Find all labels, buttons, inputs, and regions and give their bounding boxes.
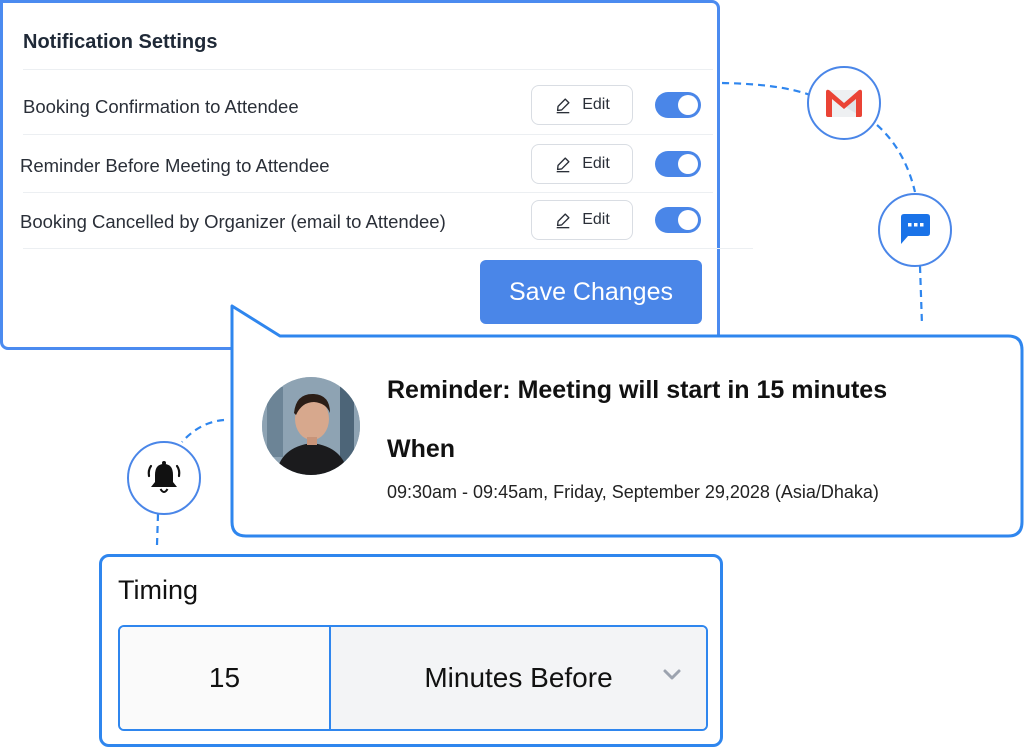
edit-label: Edit bbox=[582, 96, 610, 113]
reminder-title: Reminder: Meeting will start in 15 minut… bbox=[387, 376, 888, 404]
divider bbox=[23, 248, 753, 249]
setting-row-booking-cancelled: Booking Cancelled by Organizer (email to… bbox=[20, 193, 713, 249]
timing-input-group: 15 Minutes Before bbox=[118, 625, 708, 731]
timing-unit-value: Minutes Before bbox=[424, 662, 613, 693]
toggle-knob bbox=[678, 95, 698, 115]
divider bbox=[23, 134, 713, 135]
person-photo bbox=[262, 377, 360, 475]
when-value: 09:30am - 09:45am, Friday, September 29,… bbox=[387, 482, 879, 502]
setting-label: Booking Confirmation to Attendee bbox=[23, 96, 299, 117]
timing-panel: Timing 15 Minutes Before bbox=[99, 554, 723, 747]
chat-message-icon bbox=[901, 214, 930, 244]
setting-label: Booking Cancelled by Organizer (email to… bbox=[20, 211, 446, 232]
pencil-icon bbox=[556, 157, 570, 173]
connector-callout-to-bell bbox=[181, 418, 225, 443]
when-label: When bbox=[387, 435, 456, 463]
timing-amount-input[interactable]: 15 bbox=[120, 627, 331, 729]
enable-toggle[interactable] bbox=[655, 92, 701, 118]
enable-toggle[interactable] bbox=[655, 207, 701, 233]
connector-bell-to-timing bbox=[155, 513, 160, 546]
setting-row-booking-confirmation: Booking Confirmation to Attendee Edit bbox=[23, 78, 713, 134]
bell-icon bbox=[147, 461, 181, 493]
avatar bbox=[262, 377, 360, 475]
pencil-icon bbox=[556, 213, 570, 229]
gmail-channel-bubble[interactable] bbox=[807, 66, 881, 140]
notification-settings-panel: Notification Settings Booking Confirmati… bbox=[0, 0, 753, 350]
settings-title: Notification Settings bbox=[23, 31, 218, 53]
edit-label: Edit bbox=[582, 211, 610, 228]
bell-channel-bubble[interactable] bbox=[127, 441, 201, 515]
connector-settings-to-gmail bbox=[721, 81, 811, 97]
chevron-down-icon bbox=[663, 669, 681, 680]
pencil-icon bbox=[556, 98, 570, 114]
chat-channel-bubble[interactable] bbox=[878, 193, 952, 267]
toggle-knob bbox=[678, 154, 698, 174]
edit-label: Edit bbox=[582, 155, 610, 172]
edit-button[interactable]: Edit bbox=[531, 85, 633, 125]
enable-toggle[interactable] bbox=[655, 151, 701, 177]
connector-gmail-to-chat bbox=[876, 124, 917, 193]
gmail-icon bbox=[826, 89, 862, 117]
toggle-knob bbox=[678, 210, 698, 230]
edit-button[interactable]: Edit bbox=[531, 200, 633, 240]
divider bbox=[23, 69, 713, 70]
timing-unit-select[interactable]: Minutes Before bbox=[331, 627, 706, 729]
setting-row-reminder-before-meeting: Reminder Before Meeting to Attendee Edit bbox=[20, 137, 713, 193]
edit-button[interactable]: Edit bbox=[531, 144, 633, 184]
timing-title: Timing bbox=[118, 575, 199, 605]
setting-label: Reminder Before Meeting to Attendee bbox=[20, 155, 330, 176]
